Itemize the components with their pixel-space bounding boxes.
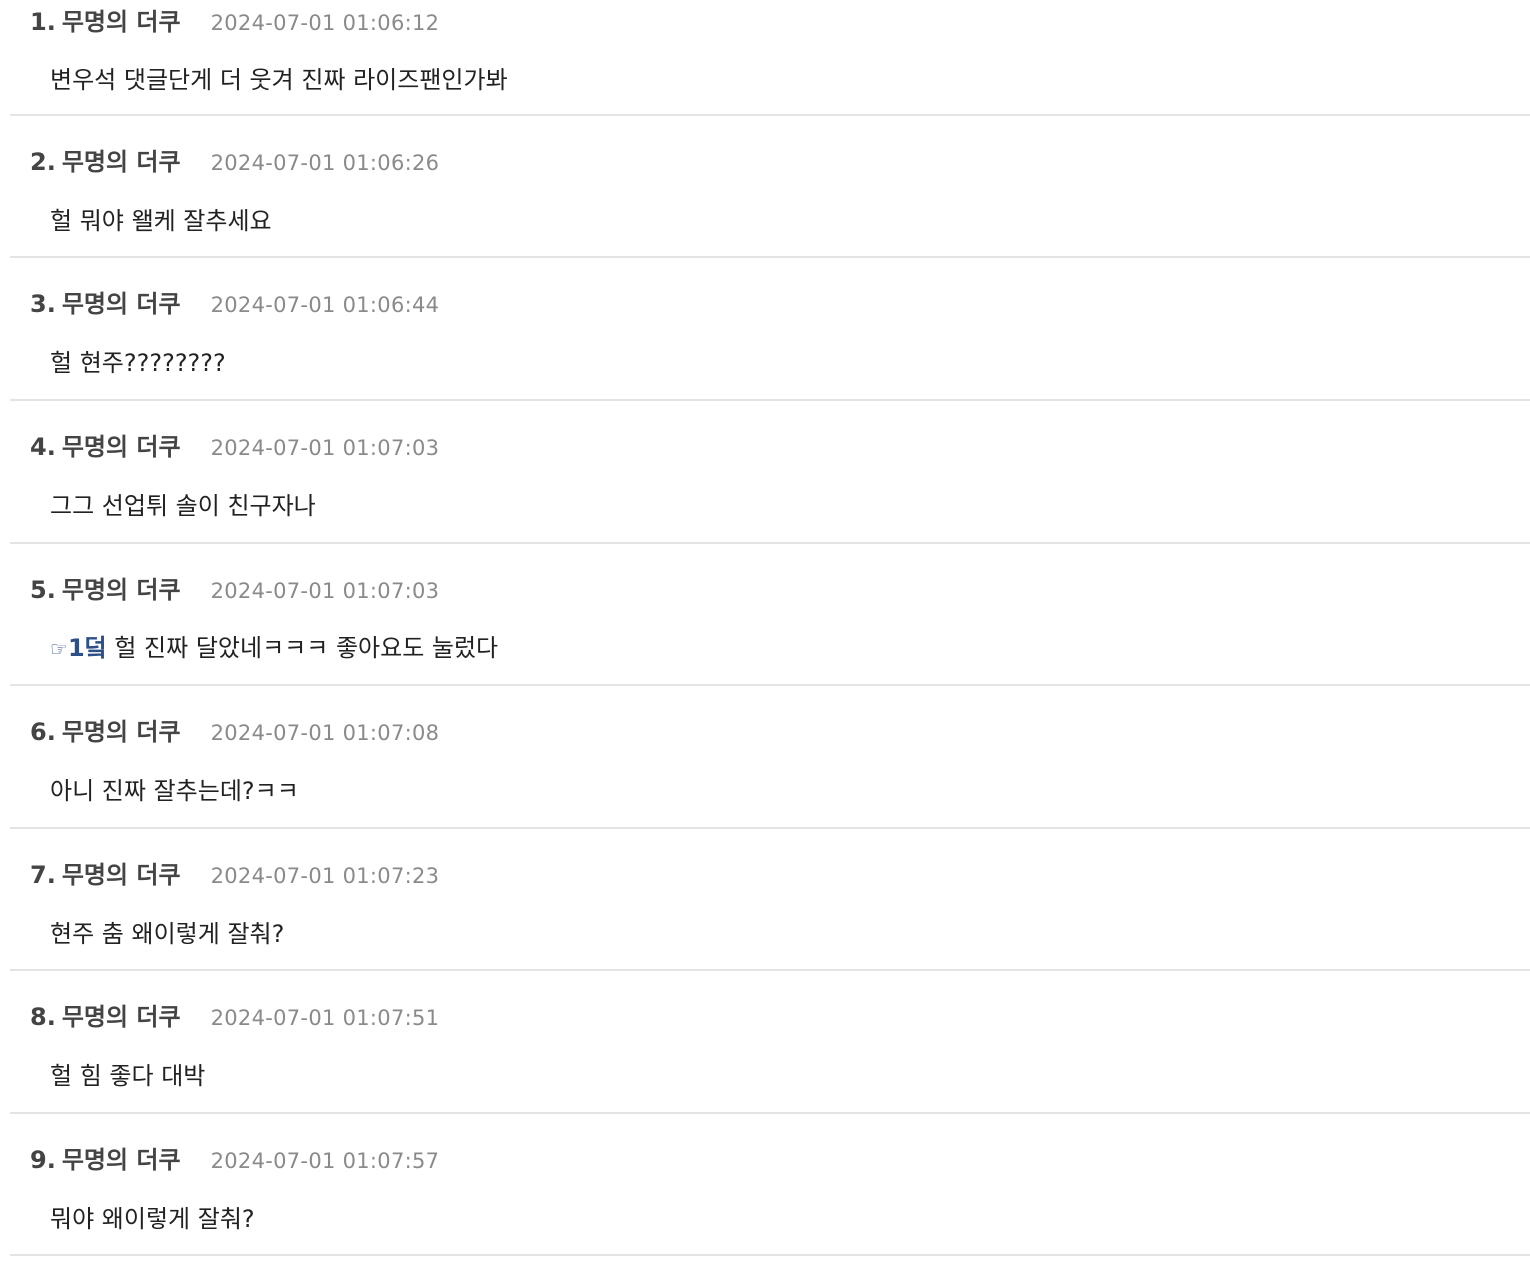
comment-body: ☞1덬 헐 진짜 달았네ㅋㅋㅋ 좋아요도 눌렀다 [50, 628, 498, 663]
comment-timestamp: 2024-07-01 01:06:12 [210, 11, 440, 35]
comment-header: 3. 무명의 더쿠 2024-07-01 01:06:44 [30, 284, 439, 319]
comment-timestamp: 2024-07-01 01:07:03 [210, 436, 440, 460]
comment-author[interactable]: 무명의 더쿠 [62, 712, 181, 747]
comment-header: 8. 무명의 더쿠 2024-07-01 01:07:51 [30, 997, 439, 1032]
comment-author[interactable]: 무명의 더쿠 [62, 855, 181, 890]
comment-item: 1. 무명의 더쿠 2024-07-01 01:06:12 변우석 댓글단게 더… [0, 0, 1530, 1270]
divider [10, 684, 1530, 686]
comment-author[interactable]: 무명의 더쿠 [62, 1140, 181, 1175]
comment-body: 변우석 댓글단게 더 웃겨 진짜 라이즈팬인가봐 [50, 66, 508, 94]
comment-number: 1. [30, 8, 56, 36]
comment-timestamp: 2024-07-01 01:07:03 [210, 579, 440, 603]
comment-number: 6. [30, 718, 56, 746]
comment-number: 2. [30, 148, 56, 176]
reply-target: 1덬 [67, 634, 107, 662]
comment-number: 5. [30, 576, 56, 604]
comment-body: 현주 춤 왜이렇게 잘춰? [50, 920, 285, 948]
comment-body: 뭐야 왜이렇게 잘춰? [50, 1205, 255, 1233]
pointing-hand-icon: ☞ [50, 637, 68, 661]
divider [10, 1254, 1530, 1256]
comment-thread: 1. 무명의 더쿠 2024-07-01 01:06:12 변우석 댓글단게 더… [0, 0, 1530, 1270]
divider [10, 969, 1530, 971]
comment-number: 8. [30, 1003, 56, 1031]
comment-timestamp: 2024-07-01 01:06:44 [210, 293, 440, 317]
comment-header: 7. 무명의 더쿠 2024-07-01 01:07:23 [30, 855, 439, 890]
reply-link[interactable]: ☞1덬 [50, 634, 107, 662]
divider [10, 399, 1530, 401]
divider [10, 542, 1530, 544]
comment-author[interactable]: 무명의 더쿠 [62, 2, 181, 37]
comment-text: 헐 진짜 달았네ㅋㅋㅋ 좋아요도 눌렀다 [106, 634, 499, 662]
comment-timestamp: 2024-07-01 01:07:57 [210, 1149, 440, 1173]
divider [10, 1112, 1530, 1114]
comment-timestamp: 2024-07-01 01:07:51 [210, 1006, 440, 1030]
comment-number: 9. [30, 1146, 56, 1174]
comment-author[interactable]: 무명의 더쿠 [62, 997, 181, 1032]
comment-number: 4. [30, 433, 56, 461]
comment-author[interactable]: 무명의 더쿠 [62, 427, 181, 462]
comment-timestamp: 2024-07-01 01:07:08 [210, 721, 440, 745]
comment-timestamp: 2024-07-01 01:07:23 [210, 864, 440, 888]
divider [10, 256, 1530, 258]
comment-header: 5. 무명의 더쿠 2024-07-01 01:07:03 [30, 570, 439, 605]
comment-body: 헐 뭐야 왤케 잘추세요 [50, 207, 272, 235]
comment-header: 2. 무명의 더쿠 2024-07-01 01:06:26 [30, 142, 439, 177]
comment-body: 헐 힘 좋다 대박 [50, 1062, 206, 1090]
comment-author[interactable]: 무명의 더쿠 [62, 570, 181, 605]
comment-number: 7. [30, 861, 56, 889]
comment-body: 그그 선업튀 솔이 친구자나 [50, 492, 316, 520]
comment-body: 아니 진짜 잘추는데?ㅋㅋ [50, 777, 299, 805]
comment-author[interactable]: 무명의 더쿠 [62, 284, 181, 319]
divider [10, 114, 1530, 116]
comment-body: 헐 현주???????? [50, 349, 226, 377]
comment-header: 4. 무명의 더쿠 2024-07-01 01:07:03 [30, 427, 439, 462]
divider [10, 827, 1530, 829]
comment-timestamp: 2024-07-01 01:06:26 [210, 151, 440, 175]
comment-header: 1. 무명의 더쿠 2024-07-01 01:06:12 [30, 2, 439, 37]
comment-number: 3. [30, 290, 56, 318]
comment-header: 9. 무명의 더쿠 2024-07-01 01:07:57 [30, 1140, 439, 1175]
comment-author[interactable]: 무명의 더쿠 [62, 142, 181, 177]
comment-header: 6. 무명의 더쿠 2024-07-01 01:07:08 [30, 712, 439, 747]
